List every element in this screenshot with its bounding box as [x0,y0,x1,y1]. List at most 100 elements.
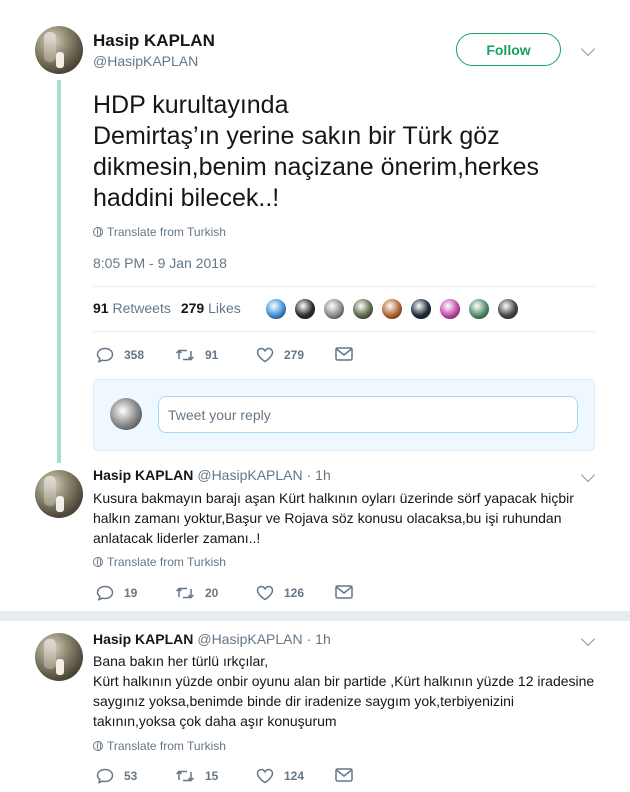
reply-text-line: anlatacak liderler zamanı..! [93,530,261,546]
reply-header: Hasip KAPLAN @HasipKAPLAN · 1h [93,467,331,483]
globe-icon [93,741,103,751]
reply-text-line: Kürt halkının yüzde onbir oyunu alan bir… [93,673,595,689]
like-action[interactable]: 126 [256,585,304,601]
author-avatar[interactable] [35,470,83,518]
waterfall-shape [44,32,56,62]
envelope-icon [335,768,353,782]
tweet-text-line: HDP kurultayında [93,91,289,119]
heart-icon [256,347,274,363]
liker-avatar[interactable] [438,297,462,321]
reply-author-handle[interactable]: @HasipKAPLAN [197,467,302,483]
dm-action[interactable] [335,768,353,782]
retweet-count: 20 [205,586,219,600]
reply-icon [96,768,114,784]
reply-time[interactable]: · 1h [307,467,331,483]
like-count: 279 [284,348,305,362]
liker-avatar[interactable] [467,297,491,321]
heart-icon [256,585,274,601]
reply-action[interactable]: 19 [96,585,137,601]
tweet-timestamp[interactable]: 8:05 PM - 9 Jan 2018 [93,255,227,271]
likes-count: 279 [180,300,205,316]
reply-time[interactable]: · 1h [307,631,331,647]
user-avatar [110,398,142,430]
translate-link[interactable]: Translate from Turkish [93,225,226,239]
reply-text: Bana bakın her türlü ırkçılar, Kürt halk… [93,651,603,731]
tweet-text: HDP kurultayında Demirtaş’ın yerine sakı… [93,90,593,214]
waterfall-shape [44,476,56,506]
envelope-icon [335,347,353,361]
like-count: 124 [284,769,305,783]
author-handle[interactable]: @HasipKAPLAN [93,53,198,69]
retweet-count: 91 [205,348,219,362]
chevron-down-icon[interactable] [580,41,596,57]
reply-text-line: saygınız yoksa,benimde binde dir iradeni… [93,693,514,709]
retweet-action[interactable]: 20 [175,585,218,601]
thread-line [57,80,61,463]
person-shape [56,496,64,512]
reply-header: Hasip KAPLAN @HasipKAPLAN · 1h [93,631,331,647]
liker-avatar[interactable] [351,297,375,321]
waterfall-shape [44,639,56,669]
author-avatar[interactable] [35,633,83,681]
reply-icon [96,585,114,601]
retweet-action[interactable]: 15 [175,768,218,784]
like-count: 126 [284,586,305,600]
divider [93,286,595,287]
retweets-count: 91 [93,300,109,316]
retweet-icon [175,768,195,784]
translate-label: Translate from Turkish [107,555,226,569]
tweet-text-line: Demirtaş’ın yerine sakın bir Türk göz [93,122,500,150]
reply-input[interactable]: Tweet your reply [158,396,578,433]
divider [93,331,595,332]
liker-avatar[interactable] [380,297,404,321]
retweet-action[interactable]: 91 [175,347,218,363]
reply-author-name[interactable]: Hasip KAPLAN [93,467,193,483]
envelope-icon [335,585,353,599]
chevron-down-icon[interactable] [580,467,596,483]
likes-stat[interactable]: 279 Likes [181,300,241,316]
reply-author-name[interactable]: Hasip KAPLAN [93,631,193,647]
reply-action[interactable]: 358 [96,347,144,363]
liker-avatar[interactable] [293,297,317,321]
retweets-stat[interactable]: 91 Retweets [93,300,171,316]
like-action[interactable]: 279 [256,347,304,363]
author-avatar[interactable] [35,26,83,74]
author-name[interactable]: Hasip KAPLAN [93,31,215,51]
reply-icon [96,347,114,363]
tweet-text-line: haddini bilecek..! [93,184,280,212]
dm-action[interactable] [335,585,353,599]
reply-text-line: halkın zamanı yoktur,Başur ve Rojava söz… [93,510,562,526]
like-action[interactable]: 124 [256,768,304,784]
translate-label: Translate from Turkish [107,739,226,753]
retweet-icon [175,585,195,601]
chevron-down-icon[interactable] [580,631,596,647]
liker-avatar[interactable] [496,297,520,321]
reply-text: Kusura bakmayın barajı aşan Kürt halkını… [93,488,603,548]
heart-icon [256,768,274,784]
globe-icon [93,227,103,237]
translate-label: Translate from Turkish [107,225,226,239]
thread-separator [0,611,630,621]
dm-action[interactable] [335,347,353,361]
follow-button[interactable]: Follow [456,33,561,66]
reply-author-handle[interactable]: @HasipKAPLAN [197,631,302,647]
translate-link[interactable]: Translate from Turkish [93,555,226,569]
liker-avatar[interactable] [409,297,433,321]
reply-placeholder: Tweet your reply [168,406,271,423]
reply-text-line: takının,yoksa çok daha aşır konuşurum [93,713,337,729]
liker-avatar[interactable] [322,297,346,321]
liker-avatar[interactable] [264,297,288,321]
globe-icon [93,557,103,567]
reply-text-line: Bana bakın her türlü ırkçılar, [93,653,269,669]
reply-composer: Tweet your reply [93,379,595,451]
retweet-count: 15 [205,769,219,783]
retweet-icon [175,347,195,363]
reply-text-line: Kusura bakmayın barajı aşan Kürt halkını… [93,490,574,506]
reply-count: 53 [124,769,138,783]
reply-count: 19 [124,586,138,600]
reply-count: 358 [124,348,145,362]
reply-action[interactable]: 53 [96,768,137,784]
person-shape [56,52,64,68]
translate-link[interactable]: Translate from Turkish [93,739,226,753]
likes-label: Likes [208,300,241,316]
